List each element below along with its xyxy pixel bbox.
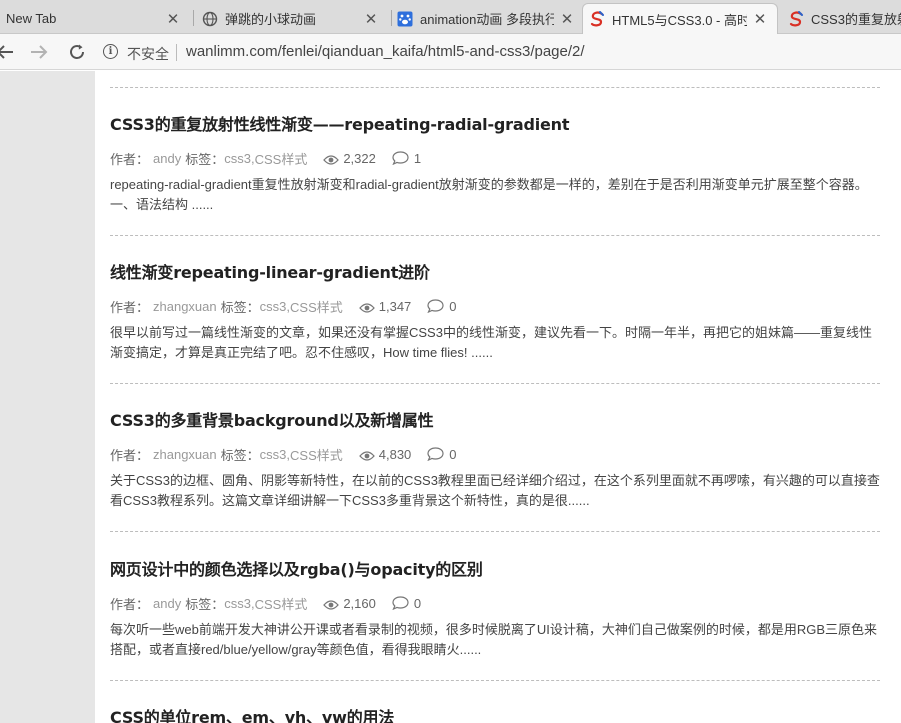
tag-link[interactable]: css3 xyxy=(260,299,287,314)
site-logo-icon xyxy=(788,10,804,27)
eye-icon xyxy=(358,449,375,461)
tag-link[interactable]: CSS样式 xyxy=(255,149,308,168)
tag-link[interactable]: CSS样式 xyxy=(255,594,308,613)
tab-html5-css3[interactable]: HTML5与CSS3.0 - 高时 ✕ xyxy=(582,3,778,34)
tags-label: 标签： xyxy=(220,299,260,315)
post-meta: 作者： andy 标签： css3, CSS样式 2,322 1 xyxy=(110,149,880,167)
comment-count[interactable]: 0 xyxy=(414,596,421,611)
tag-link[interactable]: css3 xyxy=(260,447,287,462)
tags-label: 标签： xyxy=(185,151,225,167)
author-label: 作者： xyxy=(110,151,150,167)
author-link[interactable]: zhangxuan xyxy=(153,299,217,314)
forward-arrow-icon xyxy=(31,45,48,59)
tags-label: 标签： xyxy=(185,596,225,612)
divider xyxy=(110,680,880,681)
left-sidebar-background xyxy=(0,71,95,723)
url-field[interactable]: wanlimm.com/fenlei/qianduan_kaifa/html5-… xyxy=(186,43,585,60)
post-item: 线性渐变repeating-linear-gradient进阶 作者： zhan… xyxy=(110,261,880,363)
post-excerpt: 每次听一些web前端开发大神讲公开课或者看录制的视频，很多时候脱离了UI设计稿，… xyxy=(110,622,878,657)
post-item: CSS的单位rem、em、vh、vw的用法 xyxy=(110,706,880,723)
post-meta: 作者： zhangxuan 标签： css3, CSS样式 4,830 0 xyxy=(110,445,880,463)
view-count: 2,160 xyxy=(343,595,376,611)
tab-bounce-ball[interactable]: 弹跳的小球动画 ✕ xyxy=(196,3,388,34)
post-meta: 作者： zhangxuan 标签： css3, CSS样式 1,347 0 xyxy=(110,297,880,315)
post-item: 网页设计中的颜色选择以及rgba()与opacity的区别 作者： andy 标… xyxy=(110,558,880,660)
eye-icon xyxy=(358,301,375,313)
comment-count[interactable]: 1 xyxy=(414,151,421,166)
post-excerpt: 很早以前写过一篇线性渐变的文章，如果还没有掌握CSS3中的线性渐变，建议先看一下… xyxy=(110,325,872,360)
tab-separator xyxy=(193,10,194,26)
globe-icon xyxy=(202,11,218,27)
security-label[interactable]: 不安全 xyxy=(127,44,169,64)
tab-label: New Tab xyxy=(6,11,57,26)
close-icon[interactable]: ✕ xyxy=(364,10,378,28)
divider xyxy=(110,235,880,236)
view-count: 2,322 xyxy=(343,150,376,166)
divider xyxy=(110,531,880,532)
tab-label: CSS3的重复放射 xyxy=(811,12,901,27)
comment-icon xyxy=(392,596,409,611)
reload-icon xyxy=(70,44,84,59)
comment-icon xyxy=(392,151,409,166)
eye-icon xyxy=(323,598,340,610)
post-item: CSS3的重复放射性线性渐变——repeating-radial-gradien… xyxy=(110,113,880,215)
author-link[interactable]: zhangxuan xyxy=(153,447,217,462)
tab-css3-repeat[interactable]: CSS3的重复放射 xyxy=(782,3,901,34)
tab-strip: New Tab ✕ 弹跳的小球动画 ✕ animation动画 多段执行 ✕ H… xyxy=(0,0,901,34)
tag-link[interactable]: css3 xyxy=(224,151,251,166)
tab-new-tab[interactable]: New Tab ✕ xyxy=(0,3,190,34)
post-excerpt: repeating-radial-gradient重复性放射渐变和radial-… xyxy=(110,177,875,212)
tab-animation[interactable]: animation动画 多段执行 ✕ xyxy=(391,3,584,34)
tags-label: 标签： xyxy=(220,447,260,463)
reload-button[interactable] xyxy=(66,41,88,63)
tab-label: animation动画 多段执行 xyxy=(420,12,554,27)
author-label: 作者： xyxy=(110,299,150,315)
forward-button[interactable] xyxy=(28,41,50,63)
close-icon[interactable]: ✕ xyxy=(166,10,180,28)
post-item: CSS3的多重背景background以及新增属性 作者： zhangxuan … xyxy=(110,409,880,511)
author-link[interactable]: andy xyxy=(153,151,181,166)
post-title-link[interactable]: 线性渐变repeating-linear-gradient进阶 xyxy=(110,261,880,285)
tab-label: 弹跳的小球动画 xyxy=(225,12,317,27)
author-label: 作者： xyxy=(110,596,150,612)
tag-link[interactable]: css3 xyxy=(224,596,251,611)
comment-icon xyxy=(427,447,444,462)
eye-icon xyxy=(323,153,340,165)
post-meta: 作者： andy 标签： css3, CSS样式 2,160 0 xyxy=(110,594,880,612)
address-toolbar: i 不安全 wanlimm.com/fenlei/qianduan_kaifa/… xyxy=(0,34,901,70)
post-title-link[interactable]: 网页设计中的颜色选择以及rgba()与opacity的区别 xyxy=(110,558,880,582)
divider xyxy=(110,87,880,88)
tag-link[interactable]: CSS样式 xyxy=(290,445,343,464)
tag-link[interactable]: CSS样式 xyxy=(290,297,343,316)
site-logo-icon xyxy=(589,11,605,27)
post-title-link[interactable]: CSS3的重复放射性线性渐变——repeating-radial-gradien… xyxy=(110,113,880,137)
post-title-link[interactable]: CSS3的多重背景background以及新增属性 xyxy=(110,409,880,433)
comment-count[interactable]: 0 xyxy=(449,447,456,462)
comment-icon xyxy=(427,299,444,314)
author-label: 作者： xyxy=(110,447,150,463)
view-count: 4,830 xyxy=(378,446,412,462)
divider xyxy=(110,383,880,384)
comment-count[interactable]: 0 xyxy=(449,299,456,314)
url-separator xyxy=(176,44,177,61)
post-list: CSS3的重复放射性线性渐变——repeating-radial-gradien… xyxy=(110,71,880,723)
paw-icon xyxy=(397,11,413,27)
post-excerpt: 关于CSS3的边框、圆角、阴影等新特性，在以前的CSS3教程里面已经详细介绍过，… xyxy=(110,473,880,508)
back-arrow-icon xyxy=(0,45,13,59)
info-icon[interactable]: i xyxy=(103,44,118,59)
tab-label: HTML5与CSS3.0 - 高时 xyxy=(612,12,747,28)
close-icon[interactable]: ✕ xyxy=(560,10,574,28)
back-button[interactable] xyxy=(0,41,16,63)
post-title-link[interactable]: CSS的单位rem、em、vh、vw的用法 xyxy=(110,706,880,723)
view-count: 1,347 xyxy=(378,298,412,314)
close-icon[interactable]: ✕ xyxy=(753,10,767,28)
author-link[interactable]: andy xyxy=(153,596,181,611)
